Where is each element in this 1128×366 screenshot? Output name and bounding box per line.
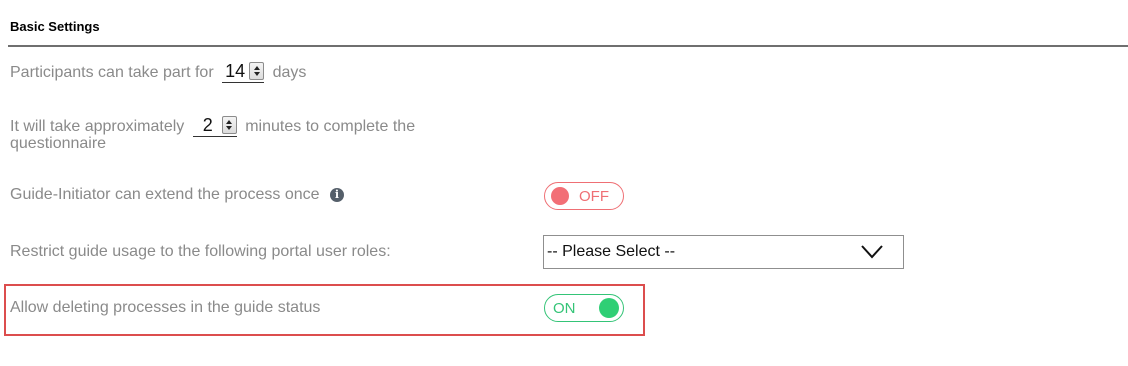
duration-minutes-value[interactable]: 2 xyxy=(193,114,221,136)
restrict-roles-label: Restrict guide usage to the following po… xyxy=(10,243,391,260)
allow-delete-label: Allow deleting processes in the guide st… xyxy=(10,299,321,316)
duration-unit: minutes to complete the xyxy=(245,118,416,135)
extend-label: Guide-Initiator can extend the process o… xyxy=(10,186,320,203)
duration-minutes-stepper[interactable]: 2 xyxy=(192,114,237,137)
spinner-arrows-icon[interactable] xyxy=(221,116,237,134)
toggle-knob xyxy=(551,187,569,205)
user-roles-select[interactable]: -- Please Select -- xyxy=(543,235,904,269)
participation-days-stepper[interactable]: 14 xyxy=(222,60,265,83)
extend-process-toggle[interactable]: OFF xyxy=(544,182,624,210)
participation-days-value[interactable]: 14 xyxy=(222,60,248,82)
duration-unit-continued: questionnaire xyxy=(10,135,107,152)
settings-page: Basic Settings Participants can take par… xyxy=(0,0,1128,366)
extend-row: Guide-Initiator can extend the process o… xyxy=(10,185,344,205)
toggle-state-label: ON xyxy=(553,299,576,317)
info-icon[interactable]: i xyxy=(329,187,344,202)
chevron-down-icon xyxy=(861,245,883,259)
participation-unit: days xyxy=(272,64,307,81)
toggle-knob xyxy=(599,298,619,318)
section-title: Basic Settings xyxy=(10,19,100,34)
allow-delete-toggle[interactable]: ON xyxy=(544,294,624,322)
spinner-arrows-icon[interactable] xyxy=(249,62,265,80)
select-value: -- Please Select -- xyxy=(547,243,676,260)
toggle-state-label: OFF xyxy=(579,187,609,205)
participation-label: Participants can take part for xyxy=(10,64,214,81)
duration-label: It will take approximately xyxy=(10,118,185,135)
participation-row: Participants can take part for 14 days xyxy=(10,60,306,83)
section-divider xyxy=(8,45,1128,47)
